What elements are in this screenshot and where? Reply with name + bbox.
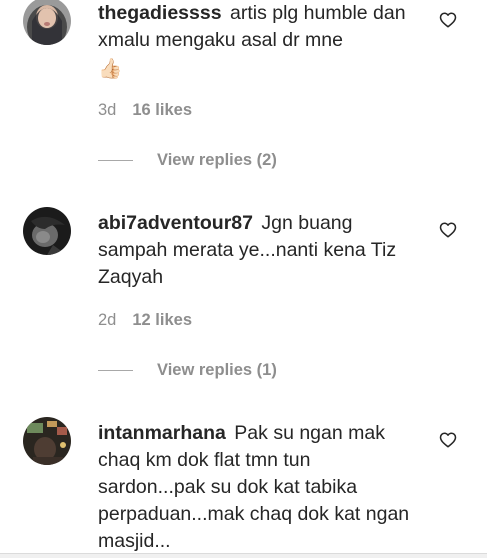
- comment-username[interactable]: abi7adventour87: [98, 212, 253, 234]
- avatar[interactable]: [23, 0, 71, 45]
- comment-meta: 2d 12 likes: [98, 311, 192, 330]
- comment-likes-count[interactable]: 16 likes: [132, 101, 192, 120]
- avatar[interactable]: [23, 417, 71, 465]
- comment-likes-count[interactable]: 12 likes: [132, 311, 192, 330]
- replies-divider-line: [98, 370, 133, 371]
- comment-username[interactable]: intanmarhana: [98, 422, 226, 444]
- view-replies-label[interactable]: View replies (1): [157, 361, 277, 380]
- comment-username[interactable]: thegadiessss: [98, 2, 222, 24]
- view-replies-button[interactable]: View replies (2): [98, 151, 277, 170]
- comment-age: 3d: [98, 101, 117, 119]
- heart-outline-icon[interactable]: [439, 221, 457, 239]
- bottom-scroll-edge: [0, 553, 487, 558]
- thumbs-up-emoji: 👍🏻: [98, 58, 123, 80]
- heart-outline-icon[interactable]: [439, 11, 457, 29]
- comment-meta: 3d 16 likes: [98, 101, 192, 120]
- comment-age: 2d: [98, 311, 117, 329]
- heart-outline-icon[interactable]: [439, 431, 457, 449]
- comment-text: abi7adventour87 Jgn buang sampah merata …: [98, 210, 418, 291]
- view-replies-button[interactable]: View replies (1): [98, 361, 277, 380]
- comment-text: thegadiessss artis plg humble dan xmalu …: [98, 0, 418, 83]
- view-replies-label[interactable]: View replies (2): [157, 151, 277, 170]
- comment-text: intanmarhana Pak su ngan mak chaq km dok…: [98, 420, 418, 555]
- avatar[interactable]: [23, 207, 71, 255]
- replies-divider-line: [98, 160, 133, 161]
